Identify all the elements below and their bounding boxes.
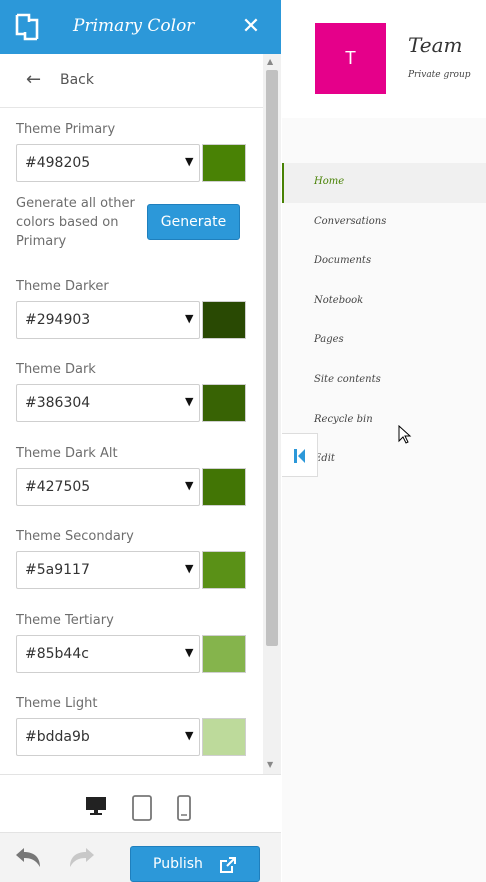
generate-button[interactable]: Generate [147,204,240,240]
site-logo: T [315,23,386,94]
field-theme-dark-alt: Theme Dark Alt #427505 ▼ [16,446,246,506]
select-value: #427505 [25,479,91,495]
color-swatch[interactable] [202,384,246,422]
phone-icon[interactable] [175,795,193,821]
field-label: Theme Primary [16,122,116,137]
caret-down-icon: ▼ [185,729,194,742]
publish-label: Publish [153,856,203,872]
caret-down-icon: ▼ [185,479,194,492]
device-switcher [0,774,281,832]
color-swatch[interactable] [202,635,246,673]
site-subtitle: Private group [408,70,471,80]
field-theme-darker: Theme Darker #294903 ▼ [16,279,246,339]
collapse-left-icon [294,449,305,463]
select-value: #386304 [25,395,91,411]
field-theme-tertiary: Theme Tertiary #85b44c ▼ [16,613,246,673]
nav-item-pages[interactable]: Pages [282,321,486,361]
back-label: Back [60,72,94,88]
color-select[interactable]: #294903 ▼ [16,301,200,339]
scroll-thumb[interactable] [266,70,278,646]
color-select[interactable]: #386304 ▼ [16,384,200,422]
caret-down-icon: ▼ [185,562,194,575]
caret-down-icon: ▼ [185,312,194,325]
nav-label: Notebook [314,294,364,306]
select-value: #bdda9b [25,729,90,745]
field-label: Theme Darker [16,279,109,294]
color-select[interactable]: #bdda9b ▼ [16,718,200,756]
mouse-cursor-icon [398,425,412,444]
field-label: Theme Dark Alt [16,446,118,461]
generate-hint: Generate all other colors based on Prima… [16,196,135,249]
select-value: #5a9117 [25,562,90,578]
publish-button[interactable]: Publish [130,846,260,882]
nav-item-home[interactable]: Home [282,163,486,203]
collapse-panel-button[interactable] [282,433,318,477]
panel-title: Primary Color [73,16,195,36]
color-settings-list: Theme Primary #498205 ▼ Generate all oth… [0,108,263,773]
color-select[interactable]: #427505 ▼ [16,468,200,506]
nav-item-notebook[interactable]: Notebook [282,282,486,322]
color-swatch[interactable] [202,301,246,339]
site-preview: T Team Private group Home Conversations … [282,0,486,882]
external-link-icon [220,857,236,873]
field-theme-secondary: Theme Secondary #5a9117 ▼ [16,529,246,589]
field-theme-light: Theme Light #bdda9b ▼ [16,696,246,756]
nav-label: Home [314,176,345,187]
select-value: #85b44c [25,646,89,662]
color-select[interactable]: #5a9117 ▼ [16,551,200,589]
nav-label: Pages [314,334,344,346]
select-value: #294903 [25,312,91,328]
preview-header: T Team Private group [282,0,486,118]
nav-item-conversations[interactable]: Conversations [282,203,486,243]
desktop-icon[interactable] [84,795,108,817]
color-select[interactable]: #85b44c ▼ [16,635,200,673]
select-value: #498205 [25,155,91,171]
theme-panel: Primary Color ✕ ← Back Theme Primary #49… [0,0,281,882]
nav-label: Site contents [314,373,381,385]
field-label: Theme Secondary [16,529,134,544]
color-select[interactable]: #498205 ▼ [16,144,200,182]
caret-down-icon: ▼ [185,395,194,408]
nav-label: Conversations [314,215,387,227]
color-swatch[interactable] [202,718,246,756]
back-button[interactable]: ← Back [0,54,263,108]
color-swatch[interactable] [202,144,246,182]
field-label: Theme Dark [16,362,96,377]
close-icon[interactable]: ✕ [240,14,262,40]
panel-header: Primary Color ✕ [0,0,281,54]
field-label: Theme Light [16,696,98,711]
caret-down-icon: ▼ [185,155,194,168]
color-swatch[interactable] [202,468,246,506]
field-label: Theme Tertiary [16,613,114,628]
nav-label: Recycle bin [314,413,373,425]
scroll-down-icon[interactable]: ▼ [267,760,273,769]
caret-down-icon: ▼ [185,646,194,659]
scroll-up-icon[interactable]: ▲ [267,57,273,66]
undo-icon[interactable] [10,843,44,873]
color-swatch[interactable] [202,551,246,589]
back-arrow-icon: ← [26,69,42,90]
site-title: Team [408,33,463,57]
panel-footer: Publish [0,832,281,882]
redo-icon[interactable] [66,843,100,873]
nav-label: Documents [314,255,372,267]
app-logo-icon [15,13,39,41]
panel-scrollbar[interactable]: ▲ ▼ [263,54,281,774]
field-theme-dark: Theme Dark #386304 ▼ [16,362,246,422]
tablet-icon[interactable] [131,795,153,821]
nav-item-documents[interactable]: Documents [282,242,486,282]
field-theme-primary: Theme Primary #498205 ▼ [16,122,246,182]
nav-item-site-contents[interactable]: Site contents [282,361,486,401]
